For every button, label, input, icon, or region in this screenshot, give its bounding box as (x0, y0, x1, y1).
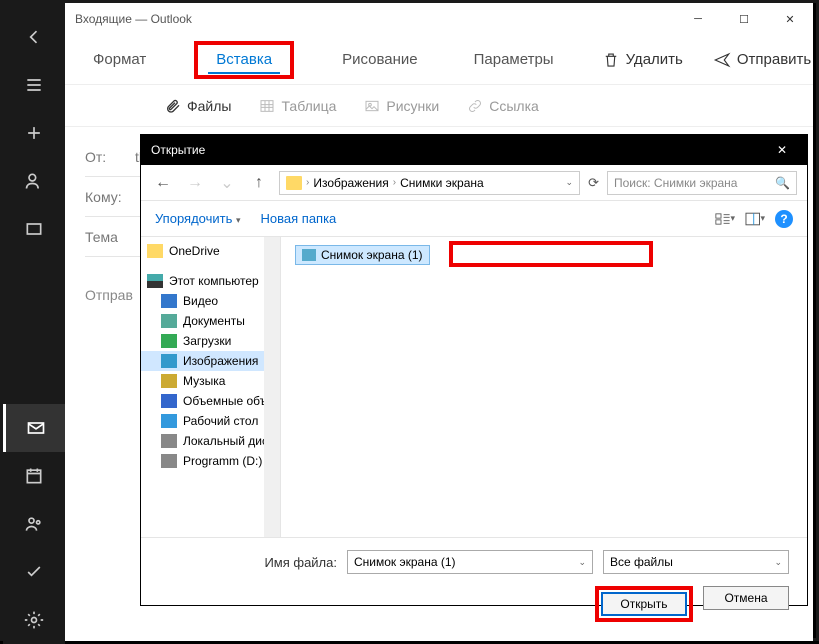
tree-downloads[interactable]: Загрузки (141, 331, 280, 351)
send-icon (713, 51, 731, 69)
from-label: От: (85, 149, 125, 165)
new-folder-button[interactable]: Новая папка (261, 211, 337, 226)
folder-tree: OneDrive Этот компьютер Видео Документы … (141, 237, 281, 537)
chevron-down-icon[interactable]: ⌄ (578, 557, 586, 568)
open-button[interactable]: Открыть (601, 592, 687, 616)
window-title: Входящие — Outlook (75, 12, 192, 26)
search-icon: 🔍 (775, 176, 790, 190)
nav-back-icon[interactable]: ← (151, 171, 175, 195)
send-button[interactable]: Отправить (713, 51, 811, 69)
image-file-icon (302, 249, 316, 261)
delete-button[interactable]: Удалить (602, 51, 683, 69)
scroll-down-icon[interactable] (266, 523, 278, 535)
trash-icon (602, 51, 620, 69)
to-label: Кому: (85, 189, 125, 205)
filename-label: Имя файла: (264, 555, 337, 570)
dialog-close-button[interactable]: ✕ (767, 143, 797, 157)
address-bar[interactable]: › Изображения › Снимки экрана ⌄ (279, 171, 580, 195)
tab-insert[interactable]: Вставка (208, 47, 280, 74)
file-list[interactable]: Снимок экрана (1) (281, 237, 807, 537)
filetype-select[interactable]: Все файлы ⌄ (603, 550, 789, 574)
minimize-button[interactable]: ─ (675, 3, 721, 35)
insert-pictures-button[interactable]: Рисунки (364, 98, 439, 114)
tree-programm-d[interactable]: Programm (D:) (141, 451, 280, 471)
tab-draw[interactable]: Рисование (334, 47, 426, 72)
maximize-button[interactable]: ☐ (721, 3, 767, 35)
cancel-button[interactable]: Отмена (703, 586, 789, 610)
preview-pane-icon[interactable]: ▾ (745, 211, 765, 227)
dialog-content: OneDrive Этот компьютер Видео Документы … (141, 237, 807, 537)
file-item[interactable]: Снимок экрана (1) (295, 245, 430, 265)
insert-toolbar: Файлы Таблица Рисунки Ссылка (65, 85, 813, 127)
link-icon (467, 98, 483, 114)
highlight-insert-tab: Вставка (194, 41, 294, 79)
dialog-titlebar: Открытие ✕ (141, 135, 807, 165)
chevron-right-icon: › (306, 177, 309, 188)
app-sidebar (3, 3, 65, 644)
menu-icon[interactable] (3, 61, 65, 109)
tree-onedrive[interactable]: OneDrive (141, 241, 280, 261)
chevron-down-icon[interactable]: ⌄ (566, 177, 574, 188)
tree-3d-objects[interactable]: Объемные объ (141, 391, 280, 411)
file-open-dialog: Открытие ✕ ← → ⌄ ↑ › Изображения › Снимк… (141, 135, 807, 605)
dialog-toolbar: Упорядочить ▾ Новая папка ▾ ▾ ? (141, 201, 807, 237)
calendar-icon[interactable] (3, 452, 65, 500)
organize-button[interactable]: Упорядочить ▾ (155, 211, 241, 226)
todo-icon[interactable] (3, 548, 65, 596)
ribbon-tabs: Формат Вставка Рисование Параметры Удали… (65, 35, 813, 85)
back-icon[interactable] (3, 13, 65, 61)
add-icon[interactable] (3, 109, 65, 157)
settings-icon[interactable] (3, 596, 65, 644)
tab-format[interactable]: Формат (85, 47, 154, 72)
dialog-title-text: Открытие (151, 143, 205, 157)
view-options-icon[interactable]: ▾ (715, 211, 735, 227)
folder-icon (286, 176, 302, 190)
chevron-right-icon: › (393, 177, 396, 188)
nav-recent-icon[interactable]: ⌄ (215, 171, 239, 195)
tree-music[interactable]: Музыка (141, 371, 280, 391)
tree-this-pc[interactable]: Этот компьютер (141, 271, 280, 291)
insert-table-button[interactable]: Таблица (259, 98, 336, 114)
subject-label: Тема (85, 229, 118, 245)
table-icon (259, 98, 275, 114)
people-icon[interactable] (3, 157, 65, 205)
window-icon[interactable] (3, 205, 65, 253)
paperclip-icon (165, 98, 181, 114)
tree-local-disk[interactable]: Локальный дис (141, 431, 280, 451)
mail-icon[interactable] (3, 404, 65, 452)
scroll-up-icon[interactable] (266, 239, 278, 251)
tab-options[interactable]: Параметры (466, 47, 562, 72)
tree-documents[interactable]: Документы (141, 311, 280, 331)
highlight-open-button: Открыть (595, 586, 693, 622)
refresh-icon[interactable]: ⟳ (588, 175, 599, 191)
nav-up-icon[interactable]: ↑ (247, 171, 271, 195)
dialog-nav: ← → ⌄ ↑ › Изображения › Снимки экрана ⌄ … (141, 165, 807, 201)
chevron-down-icon[interactable]: ⌄ (774, 557, 782, 568)
highlight-file (449, 241, 653, 267)
titlebar: Входящие — Outlook ─ ☐ ✕ (65, 3, 813, 35)
picture-icon (364, 98, 380, 114)
dialog-footer: Имя файла: Снимок экрана (1) ⌄ Все файлы… (141, 537, 807, 634)
filename-input[interactable]: Снимок экрана (1) ⌄ (347, 550, 593, 574)
tree-videos[interactable]: Видео (141, 291, 280, 311)
attach-files-button[interactable]: Файлы (165, 98, 231, 114)
close-button[interactable]: ✕ (767, 3, 813, 35)
tree-pictures[interactable]: Изображения (141, 351, 280, 371)
nav-forward-icon[interactable]: → (183, 171, 207, 195)
help-icon[interactable]: ? (775, 210, 793, 228)
insert-link-button[interactable]: Ссылка (467, 98, 539, 114)
search-input[interactable]: Поиск: Снимки экрана 🔍 (607, 171, 797, 195)
contacts-icon[interactable] (3, 500, 65, 548)
tree-desktop[interactable]: Рабочий стол (141, 411, 280, 431)
